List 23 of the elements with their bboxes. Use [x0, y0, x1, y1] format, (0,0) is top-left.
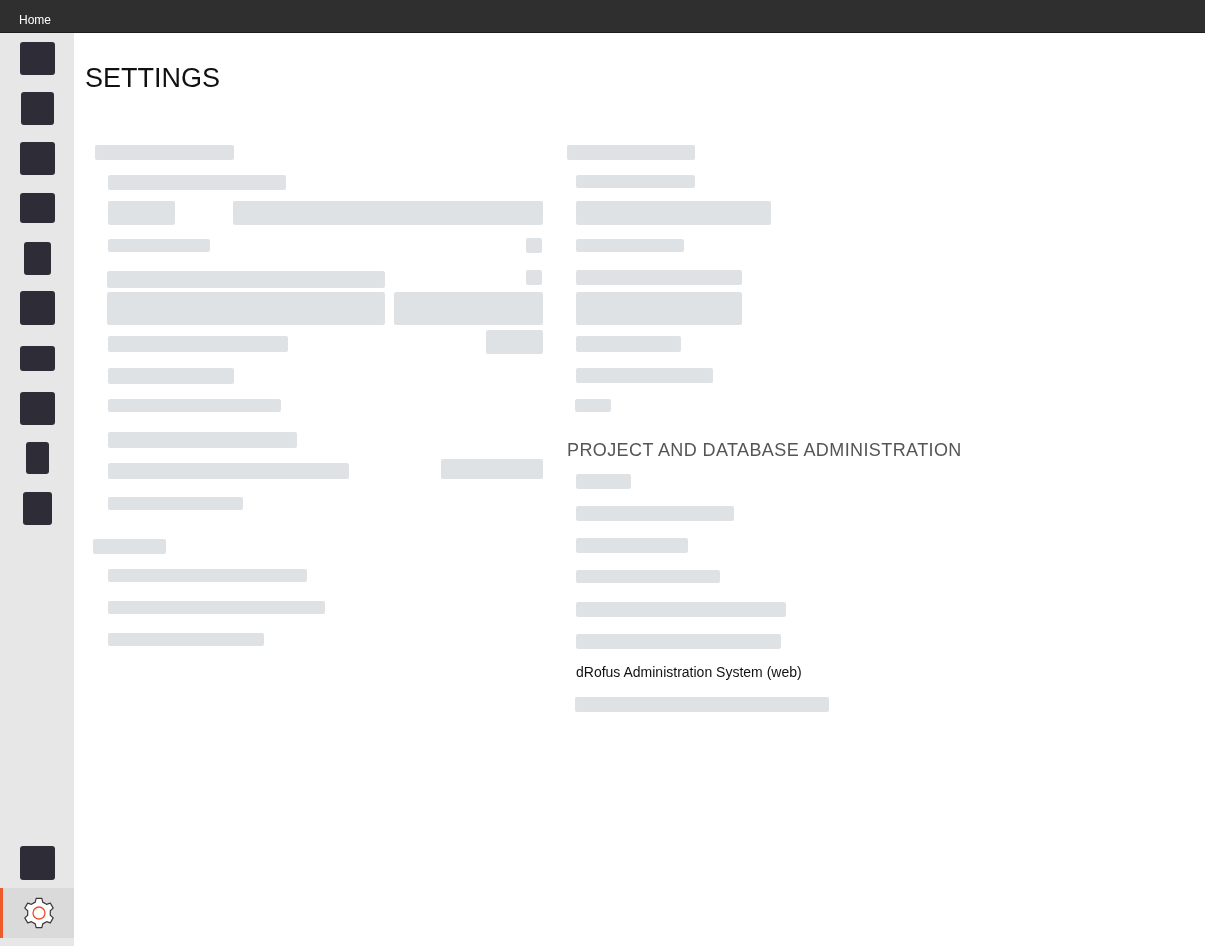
skeleton-bar	[526, 270, 542, 285]
page-title: SETTINGS	[85, 63, 220, 94]
section-heading: PROJECT AND DATABASE ADMINISTRATION	[567, 440, 962, 461]
settings-icon	[22, 897, 55, 929]
settings-nav-button[interactable]	[0, 888, 74, 938]
placeholder-tile-icon[interactable]	[25, 442, 49, 474]
admin-system-link[interactable]: dRofus Administration System (web)	[576, 664, 802, 680]
placeholder-tile-icon[interactable]	[19, 846, 55, 880]
placeholder-tile-icon[interactable]	[23, 241, 51, 275]
skeleton-bar	[526, 238, 542, 253]
skeleton-bar	[575, 399, 611, 412]
placeholder-tile-icon[interactable]	[19, 345, 55, 371]
placeholder-tile-icon[interactable]	[19, 391, 55, 425]
placeholder-tile-icon[interactable]	[22, 491, 52, 525]
skeleton-bar	[576, 474, 631, 489]
placeholder-tile-icon[interactable]	[19, 141, 55, 175]
placeholder-tile-icon[interactable]	[19, 291, 55, 325]
skeleton-bar	[486, 330, 543, 354]
placeholder-tile-icon[interactable]	[20, 91, 54, 125]
placeholder-tile-icon[interactable]	[19, 193, 55, 223]
home-menu-item[interactable]: Home	[19, 13, 51, 27]
placeholder-tile-icon[interactable]	[19, 41, 55, 75]
skeleton-bar	[108, 201, 175, 225]
